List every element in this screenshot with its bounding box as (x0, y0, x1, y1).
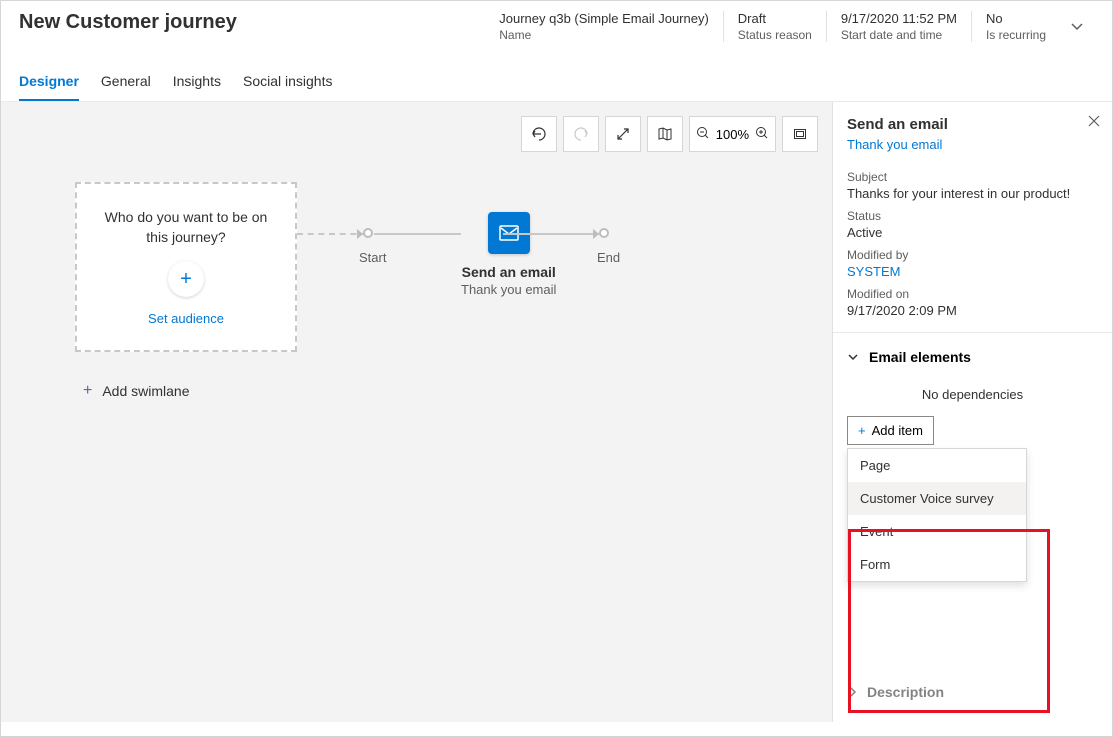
header-status-label: Status reason (738, 28, 812, 42)
header-status-value: Draft (738, 11, 812, 26)
add-item-dropdown: Page Customer Voice survey Event Form (847, 448, 1027, 582)
end-node[interactable] (599, 228, 609, 238)
chevron-down-icon (847, 351, 859, 363)
plus-icon: + (858, 423, 866, 438)
section-email-elements[interactable]: Email elements (833, 333, 1112, 381)
add-audience-button[interactable]: + (168, 261, 204, 297)
zoom-out-icon (696, 126, 710, 140)
header-fields: Journey q3b (Simple Email Journey) Name … (485, 11, 1094, 42)
header-name-label: Name (499, 28, 709, 42)
add-swimlane-label: Add swimlane (102, 383, 189, 399)
canvas-toolbar: 100% (521, 116, 818, 152)
redo-button[interactable] (563, 116, 599, 152)
header-recurring-value: No (986, 11, 1046, 26)
zoom-out-button[interactable] (696, 126, 710, 143)
start-label: Start (359, 250, 386, 265)
status-value: Active (847, 225, 1098, 240)
modifiedon-value: 9/17/2020 2:09 PM (847, 303, 1098, 318)
tab-designer[interactable]: Designer (19, 73, 79, 101)
modifiedby-link[interactable]: SYSTEM (847, 264, 1098, 279)
audience-question: Who do you want to be on this journey? (95, 208, 277, 247)
set-audience-link[interactable]: Set audience (148, 311, 224, 326)
no-dependencies-text: No dependencies (833, 381, 1112, 416)
header-field-name[interactable]: Journey q3b (Simple Email Journey) Name (485, 11, 723, 42)
tab-insights[interactable]: Insights (173, 73, 221, 101)
connector (503, 233, 599, 235)
undo-button[interactable] (521, 116, 557, 152)
header-recurring-label: Is recurring (986, 28, 1046, 42)
add-item-label: Add item (872, 423, 923, 438)
panel-close-button[interactable] (1088, 114, 1100, 130)
option-form[interactable]: Form (848, 548, 1026, 581)
expand-icon (616, 127, 630, 141)
zoom-control: 100% (689, 116, 776, 152)
header-name-value: Journey q3b (Simple Email Journey) (499, 11, 709, 26)
audience-tile[interactable]: Who do you want to be on this journey? +… (75, 182, 297, 352)
subject-value: Thanks for your interest in our product! (847, 186, 1098, 201)
chevron-right-icon (847, 686, 859, 698)
connector (374, 233, 461, 235)
email-tile-subtitle: Thank you email (461, 282, 556, 297)
plus-icon: + (83, 382, 92, 400)
header-startdate-value: 9/17/2020 11:52 PM (841, 11, 957, 26)
header-field-recurring[interactable]: No Is recurring (971, 11, 1060, 42)
panel-title: Send an email (847, 116, 1098, 133)
add-item-button[interactable]: + Add item (847, 416, 934, 445)
section-email-elements-label: Email elements (869, 349, 971, 365)
page-title: New Customer journey (19, 11, 485, 34)
tab-general[interactable]: General (101, 73, 151, 101)
close-icon (1088, 115, 1100, 127)
undo-icon (531, 126, 547, 142)
chevron-down-icon (1070, 20, 1084, 34)
modifiedby-label: Modified by (847, 248, 1098, 262)
map-icon (657, 126, 673, 142)
option-event[interactable]: Event (848, 515, 1026, 548)
zoom-in-icon (755, 126, 769, 140)
modifiedon-label: Modified on (847, 287, 1098, 301)
minimap-button[interactable] (647, 116, 683, 152)
email-tile[interactable]: Send an email Thank you email (461, 212, 556, 297)
status-label: Status (847, 209, 1098, 223)
designer-canvas[interactable]: 100% Who do you want to be on this journ… (1, 102, 832, 722)
header-startdate-label: Start date and time (841, 28, 957, 42)
option-customer-voice-survey[interactable]: Customer Voice survey (848, 482, 1026, 515)
end-label: End (597, 250, 620, 265)
fullscreen-icon (793, 127, 807, 141)
properties-panel: Send an email Thank you email Subject Th… (832, 102, 1112, 722)
zoom-in-button[interactable] (755, 126, 769, 143)
header-expand-button[interactable] (1060, 11, 1094, 42)
start-node[interactable] (363, 228, 373, 238)
tab-bar: Designer General Insights Social insight… (1, 59, 1112, 102)
fit-button[interactable] (605, 116, 641, 152)
email-tile-title: Send an email (462, 264, 556, 280)
option-page[interactable]: Page (848, 449, 1026, 482)
section-description-label: Description (867, 684, 944, 700)
redo-icon (573, 126, 589, 142)
tab-social-insights[interactable]: Social insights (243, 73, 333, 101)
subject-label: Subject (847, 170, 1098, 184)
zoom-level: 100% (716, 127, 749, 142)
plus-icon: + (180, 268, 192, 291)
header-field-status[interactable]: Draft Status reason (723, 11, 826, 42)
header-field-startdate[interactable]: 9/17/2020 11:52 PM Start date and time (826, 11, 971, 42)
panel-email-link[interactable]: Thank you email (847, 137, 1098, 152)
fullscreen-button[interactable] (782, 116, 818, 152)
add-swimlane-button[interactable]: + Add swimlane (83, 382, 190, 400)
section-description[interactable]: Description (833, 668, 958, 716)
